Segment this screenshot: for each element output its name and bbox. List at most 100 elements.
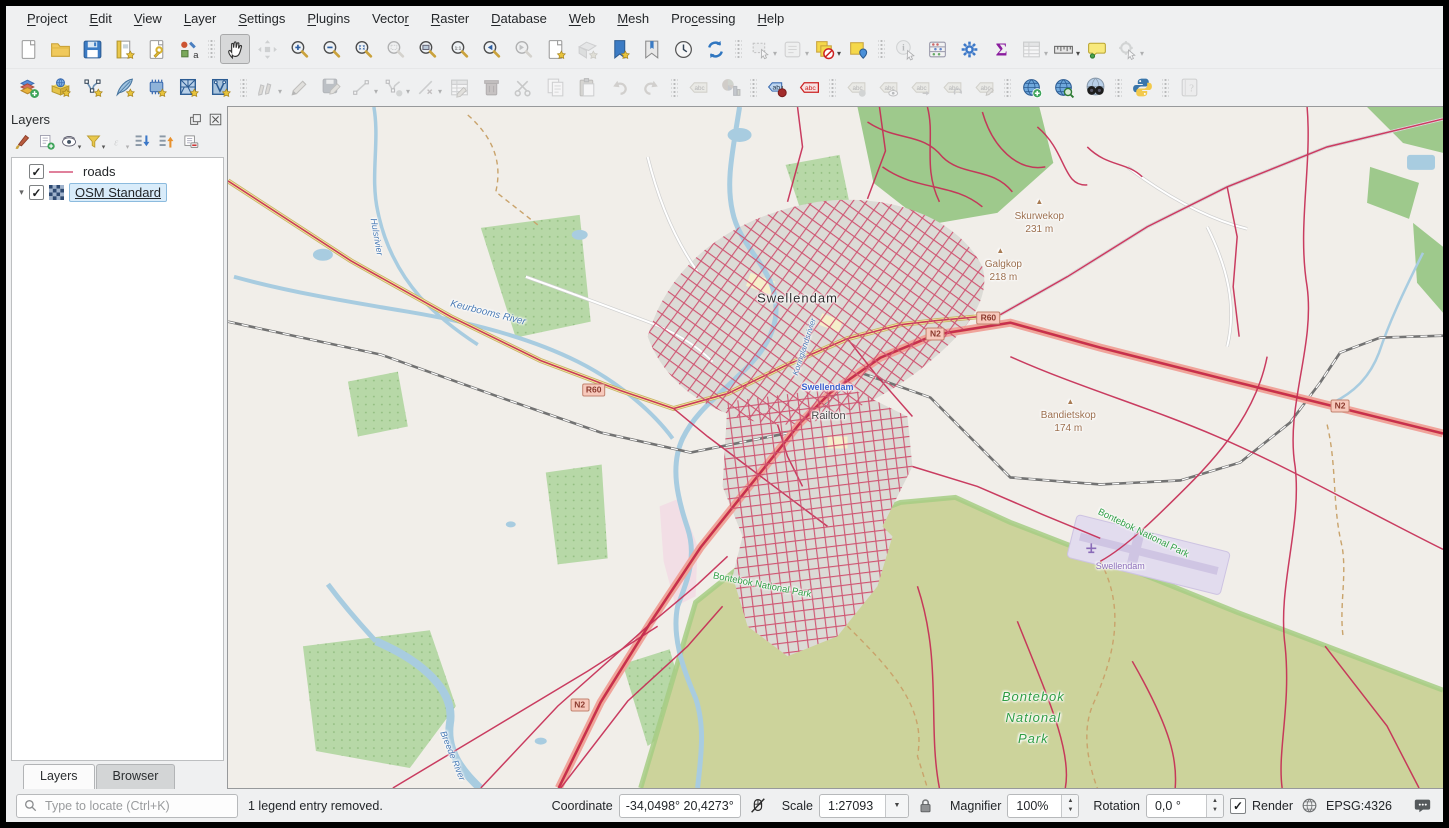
style-manager-button[interactable]: a	[173, 34, 203, 64]
new-shapefile-layer-button[interactable]	[77, 73, 107, 103]
show-spatial-bookmarks-button[interactable]	[636, 34, 666, 64]
measure-line-button[interactable]: ▾	[1050, 34, 1080, 64]
new-print-layout-button[interactable]	[109, 34, 139, 64]
menu-plugins[interactable]: Plugins	[296, 8, 361, 29]
pan-map-button[interactable]	[220, 34, 250, 64]
menu-raster[interactable]: Raster	[420, 8, 480, 29]
menu-view[interactable]: View	[123, 8, 173, 29]
zoom-in-button[interactable]	[284, 34, 314, 64]
menu-project[interactable]: Project	[16, 8, 78, 29]
zoom-out-button[interactable]	[316, 34, 346, 64]
manage-map-themes-dropdown[interactable]: ▾	[78, 136, 82, 151]
layer-visibility-checkbox[interactable]: ✓	[29, 164, 44, 179]
zoom-full-extent-button[interactable]	[348, 34, 378, 64]
menu-edit[interactable]: Edit	[78, 8, 122, 29]
temporal-controller-button[interactable]	[668, 34, 698, 64]
deselect-features-button[interactable]: ▾	[811, 34, 841, 64]
toolbar-separator	[829, 77, 836, 99]
save-project-button[interactable]	[77, 34, 107, 64]
layer-row-roads[interactable]: ✓ roads	[12, 161, 223, 182]
open-data-source-manager-button[interactable]	[13, 73, 43, 103]
layer-name[interactable]: roads	[78, 163, 121, 180]
python-console-button[interactable]	[1127, 73, 1157, 103]
new-geopackage-layer-button[interactable]	[45, 73, 75, 103]
map-tips-button[interactable]	[1082, 34, 1112, 64]
zoom-to-layer-button[interactable]	[412, 34, 442, 64]
remove-layer-button[interactable]	[179, 132, 202, 155]
expand-all-button[interactable]	[131, 132, 154, 155]
rotation-spin-buttons[interactable]: ▲▼	[1206, 795, 1223, 817]
menu-processing[interactable]: Processing	[660, 8, 746, 29]
scale-dropdown-button[interactable]: ▼	[885, 795, 908, 817]
new-spatial-bookmark-icon	[608, 38, 631, 61]
rotation-spinbox[interactable]: 0,0 ° ▲▼	[1146, 794, 1224, 818]
digitize-with-segment-dropdown: ▾	[374, 79, 378, 96]
show-layout-manager-button[interactable]	[141, 34, 171, 64]
status-message: 1 legend entry removed.	[248, 799, 383, 813]
layers-panel-header: Layers	[11, 108, 224, 130]
map-canvas[interactable]: SwellendamRailtonSwellendamSwellendam▲Sk…	[227, 106, 1443, 789]
svg-text:?: ?	[1189, 84, 1194, 95]
add-group-button[interactable]	[35, 132, 58, 155]
panel-float-button[interactable]	[187, 111, 204, 128]
open-field-calculator-button[interactable]	[922, 34, 952, 64]
dock-tab-browser[interactable]: Browser	[96, 764, 176, 789]
layer-expander[interactable]: ▾	[14, 187, 29, 198]
deselect-features-dropdown[interactable]: ▾	[837, 41, 841, 58]
float-icon	[188, 112, 203, 127]
lock-scale-icon[interactable]	[915, 795, 936, 816]
crs-value: EPSG:4326	[1326, 799, 1392, 813]
statistical-summary-button[interactable]: Σ	[986, 34, 1016, 64]
new-mesh-layer-button[interactable]	[173, 73, 203, 103]
render-checkbox[interactable]: ✓	[1230, 798, 1246, 814]
measure-line-dropdown[interactable]: ▾	[1076, 41, 1080, 58]
open-layer-styling-button[interactable]	[11, 132, 34, 155]
new-gpx-layer-button[interactable]	[205, 73, 235, 103]
dock-tab-layers[interactable]: Layers	[23, 764, 95, 789]
new-virtual-layer-button[interactable]	[141, 73, 171, 103]
magnifier-spinbox[interactable]: 100% ▲▼	[1007, 794, 1079, 818]
layer-row-osm-standard[interactable]: ▾✓ OSM Standard	[12, 182, 223, 203]
panel-close-button[interactable]	[207, 111, 224, 128]
filter-by-expression-dropdown: ▾	[126, 136, 130, 151]
menu-web[interactable]: Web	[558, 8, 607, 29]
new-project-button[interactable]	[13, 34, 43, 64]
collapse-all-button[interactable]	[155, 132, 178, 155]
menu-mesh[interactable]: Mesh	[606, 8, 660, 29]
zoom-native-resolution-button[interactable]: 1:1	[444, 34, 474, 64]
layer-visibility-checkbox[interactable]: ✓	[29, 185, 44, 200]
highlight-pinned-labels-button[interactable]: ab	[762, 73, 792, 103]
toggle-unplaced-labels-button[interactable]: abc	[794, 73, 824, 103]
new-spatialite-layer-button[interactable]	[109, 73, 139, 103]
processing-toolbox-button[interactable]	[954, 34, 984, 64]
search-web-services-button[interactable]	[1048, 73, 1078, 103]
search-web-services-icon	[1052, 76, 1075, 99]
menu-layer[interactable]: Layer	[173, 8, 228, 29]
open-project-button[interactable]	[45, 34, 75, 64]
crs-globe-icon[interactable]	[1299, 795, 1320, 816]
menu-database[interactable]: Database	[480, 8, 558, 29]
manage-map-themes-button[interactable]: ▾	[59, 132, 82, 155]
zoom-last-button[interactable]	[476, 34, 506, 64]
filter-legend-dropdown[interactable]: ▾	[102, 136, 106, 151]
menu-settings[interactable]: Settings	[227, 8, 296, 29]
filter-legend-button[interactable]: ▾	[83, 132, 106, 155]
messages-icon[interactable]	[1412, 795, 1433, 816]
locator-search[interactable]	[16, 794, 238, 818]
refresh-map-button[interactable]	[700, 34, 730, 64]
menu-vector[interactable]: Vector	[361, 8, 420, 29]
scale-value: 1:27093	[820, 799, 885, 813]
toggle-extents-icon[interactable]	[747, 795, 768, 816]
layer-name[interactable]: OSM Standard	[69, 183, 167, 202]
menu-help[interactable]: Help	[746, 8, 795, 29]
metasearch-button[interactable]	[1080, 73, 1110, 103]
add-web-service-button[interactable]	[1016, 73, 1046, 103]
locator-input[interactable]	[43, 798, 230, 814]
coordinate-input[interactable]	[619, 794, 741, 818]
scale-combo[interactable]: 1:27093 ▼	[819, 794, 909, 818]
new-map-view-button[interactable]	[540, 34, 570, 64]
new-spatial-bookmark-button[interactable]	[604, 34, 634, 64]
magnifier-spin-buttons[interactable]: ▲▼	[1061, 795, 1078, 817]
select-by-location-button[interactable]	[843, 34, 873, 64]
layer-diagram-options-button	[715, 73, 745, 103]
